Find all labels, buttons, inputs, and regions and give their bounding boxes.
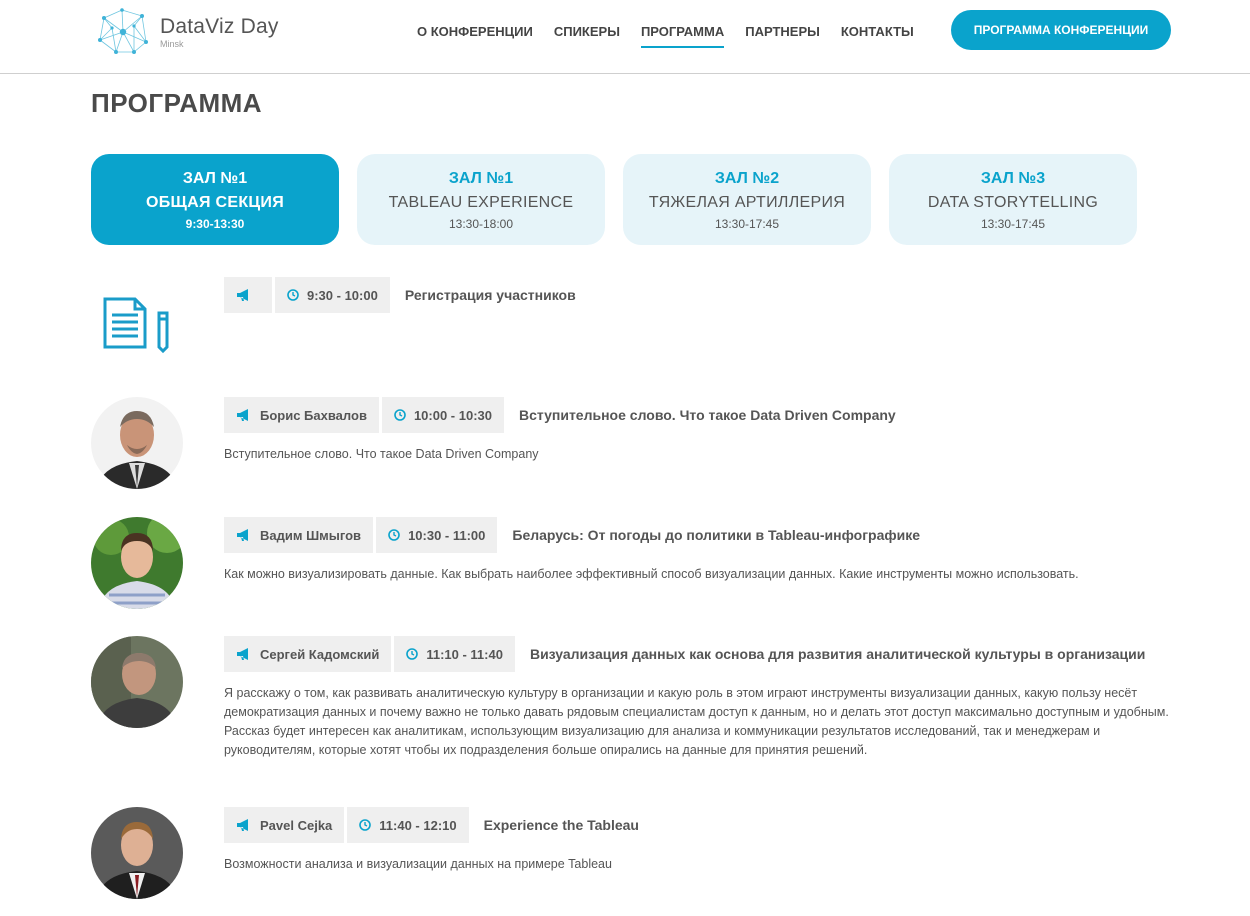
megaphone-icon xyxy=(236,528,252,542)
tab-name: DATA STORYTELLING xyxy=(927,194,1099,211)
main-nav: О КОНФЕРЕНЦИИ СПИКЕРЫ ПРОГРАММА ПАРТНЕРЫ… xyxy=(417,24,935,48)
clock-icon xyxy=(406,648,419,660)
talk-description: Возможности анализа и визуализации данны… xyxy=(224,857,612,871)
tab-hall1-general[interactable]: ЗАЛ №1 ОБЩАЯ СЕКЦИЯ 9:30-13:30 xyxy=(91,154,339,245)
tab-name: ОБЩАЯ СЕКЦИЯ xyxy=(145,194,285,211)
agenda-item: Борис Бахвалов 10:00 - 10:30 Вступительн… xyxy=(91,397,1171,497)
talk-time: 11:40 - 12:10 xyxy=(379,817,457,833)
nav-item-contacts[interactable]: КОНТАКТЫ xyxy=(841,24,914,48)
speaker-name: Pavel Cejka xyxy=(260,817,333,833)
talk-time: 10:30 - 11:00 xyxy=(408,527,486,543)
clock-icon xyxy=(359,819,372,831)
time-chip: 9:30 - 10:00 xyxy=(275,277,390,313)
talk-description: Как можно визуализировать данные. Как вы… xyxy=(224,567,1079,581)
tab-hall3-storytelling[interactable]: ЗАЛ №3 DATA STORYTELLING 13:30-17:45 xyxy=(889,154,1137,245)
speaker-avatar[interactable] xyxy=(91,397,183,489)
agenda-meta: Вадим Шмыгов 10:30 - 11:00 Беларусь: От … xyxy=(224,517,920,553)
registration-document-icon xyxy=(91,277,183,369)
megaphone-icon xyxy=(236,288,252,302)
speaker-avatar[interactable] xyxy=(91,517,183,609)
time-chip: 11:40 - 12:10 xyxy=(347,807,469,843)
nav-item-partners[interactable]: ПАРТНЕРЫ xyxy=(745,24,820,48)
speaker-avatar[interactable] xyxy=(91,636,183,728)
agenda-meta: Борис Бахвалов 10:00 - 10:30 Вступительн… xyxy=(224,397,896,433)
megaphone-icon xyxy=(236,647,252,661)
tab-hall2-heavy[interactable]: ЗАЛ №2 ТЯЖЕЛАЯ АРТИЛЛЕРИЯ 13:30-17:45 xyxy=(623,154,871,245)
network-logo-icon xyxy=(98,8,148,54)
tab-hall: ЗАЛ №1 xyxy=(182,170,248,187)
page-title: ПРОГРАММА xyxy=(91,88,263,118)
talk-description: Я расскажу о том, как развивать аналитич… xyxy=(224,684,1174,760)
agenda-meta: 9:30 - 10:00 Регистрация участников xyxy=(224,277,576,313)
speaker-name: Сергей Кадомский xyxy=(260,646,380,662)
speaker-chip xyxy=(224,277,272,313)
tab-name: ТЯЖЕЛАЯ АРТИЛЛЕРИЯ xyxy=(648,194,846,211)
tab-hall: ЗАЛ №1 xyxy=(448,170,514,187)
talk-description: Вступительное слово. Что такое Data Driv… xyxy=(224,447,539,461)
speaker-chip[interactable]: Pavel Cejka xyxy=(224,807,345,843)
tab-time: 13:30-17:45 xyxy=(980,217,1046,231)
nav-item-about[interactable]: О КОНФЕРЕНЦИИ xyxy=(417,24,533,48)
tab-time: 13:30-17:45 xyxy=(714,217,780,231)
agenda-item: Pavel Cejka 11:40 - 12:10 Experience the… xyxy=(91,807,1171,907)
talk-time: 10:00 - 10:30 xyxy=(413,407,492,423)
speaker-avatar[interactable] xyxy=(91,807,183,899)
speaker-chip[interactable]: Борис Бахвалов xyxy=(224,397,379,433)
agenda-meta: Pavel Cejka 11:40 - 12:10 Experience the… xyxy=(224,807,639,843)
talk-time: 11:10 - 11:40 xyxy=(426,646,503,662)
logo-city: Minsk xyxy=(160,38,184,49)
logo[interactable]: DataViz Day Minsk xyxy=(92,6,302,58)
agenda-item: Сергей Кадомский 11:10 - 11:40 Визуализа… xyxy=(91,636,1171,786)
talk-title: Регистрация участников xyxy=(404,287,576,303)
time-chip: 10:30 - 11:00 xyxy=(376,517,498,553)
agenda-item: Вадим Шмыгов 10:30 - 11:00 Беларусь: От … xyxy=(91,517,1171,617)
talk-description-paragraph: Рассказ будет интересен как аналитикам, … xyxy=(224,724,1101,757)
tab-hall: ЗАЛ №2 xyxy=(714,170,780,187)
talk-title: Беларусь: От погоды до политики в Tablea… xyxy=(512,527,921,543)
tab-name: TABLEAU EXPERIENCE xyxy=(388,194,574,211)
time-chip: 10:00 - 10:30 xyxy=(381,397,504,433)
tab-time: 9:30-13:30 xyxy=(185,217,245,231)
tab-hall: ЗАЛ №3 xyxy=(980,170,1046,187)
tab-time: 13:30-18:00 xyxy=(448,217,514,231)
talk-time: 9:30 - 10:00 xyxy=(307,287,378,303)
talk-title: Визуализация данных как основа для разви… xyxy=(529,646,1146,662)
megaphone-icon xyxy=(236,818,252,832)
hall-tabs: ЗАЛ №1 ОБЩАЯ СЕКЦИЯ 9:30-13:30 ЗАЛ №1 TA… xyxy=(91,154,1137,245)
nav-item-speakers[interactable]: СПИКЕРЫ xyxy=(554,24,620,48)
time-chip: 11:10 - 11:40 xyxy=(394,636,515,672)
speaker-chip[interactable]: Сергей Кадомский xyxy=(224,636,392,672)
agenda-item: 9:30 - 10:00 Регистрация участников xyxy=(91,277,1171,377)
tab-hall1-tableau[interactable]: ЗАЛ №1 TABLEAU EXPERIENCE 13:30-18:00 xyxy=(357,154,605,245)
logo-name: DataViz Day xyxy=(160,14,279,38)
speaker-name: Борис Бахвалов xyxy=(260,407,367,423)
megaphone-icon xyxy=(236,408,252,422)
clock-icon xyxy=(388,529,400,541)
site-header: DataViz Day Minsk О КОНФЕРЕНЦИИ СПИКЕРЫ … xyxy=(0,0,1250,74)
agenda-meta: Сергей Кадомский 11:10 - 11:40 Визуализа… xyxy=(224,636,1145,672)
talk-description-paragraph: Я расскажу о том, как развивать аналитич… xyxy=(224,686,1169,719)
talk-title: Вступительное слово. Что такое Data Driv… xyxy=(519,407,896,423)
speaker-name: Вадим Шмыгов xyxy=(260,527,362,543)
clock-icon xyxy=(394,409,406,421)
clock-icon xyxy=(287,289,299,301)
conference-program-button[interactable]: ПРОГРАММА КОНФЕРЕНЦИИ xyxy=(951,10,1171,50)
nav-item-program[interactable]: ПРОГРАММА xyxy=(640,24,725,48)
speaker-chip[interactable]: Вадим Шмыгов xyxy=(224,517,374,553)
talk-title: Experience the Tableau xyxy=(483,817,639,833)
